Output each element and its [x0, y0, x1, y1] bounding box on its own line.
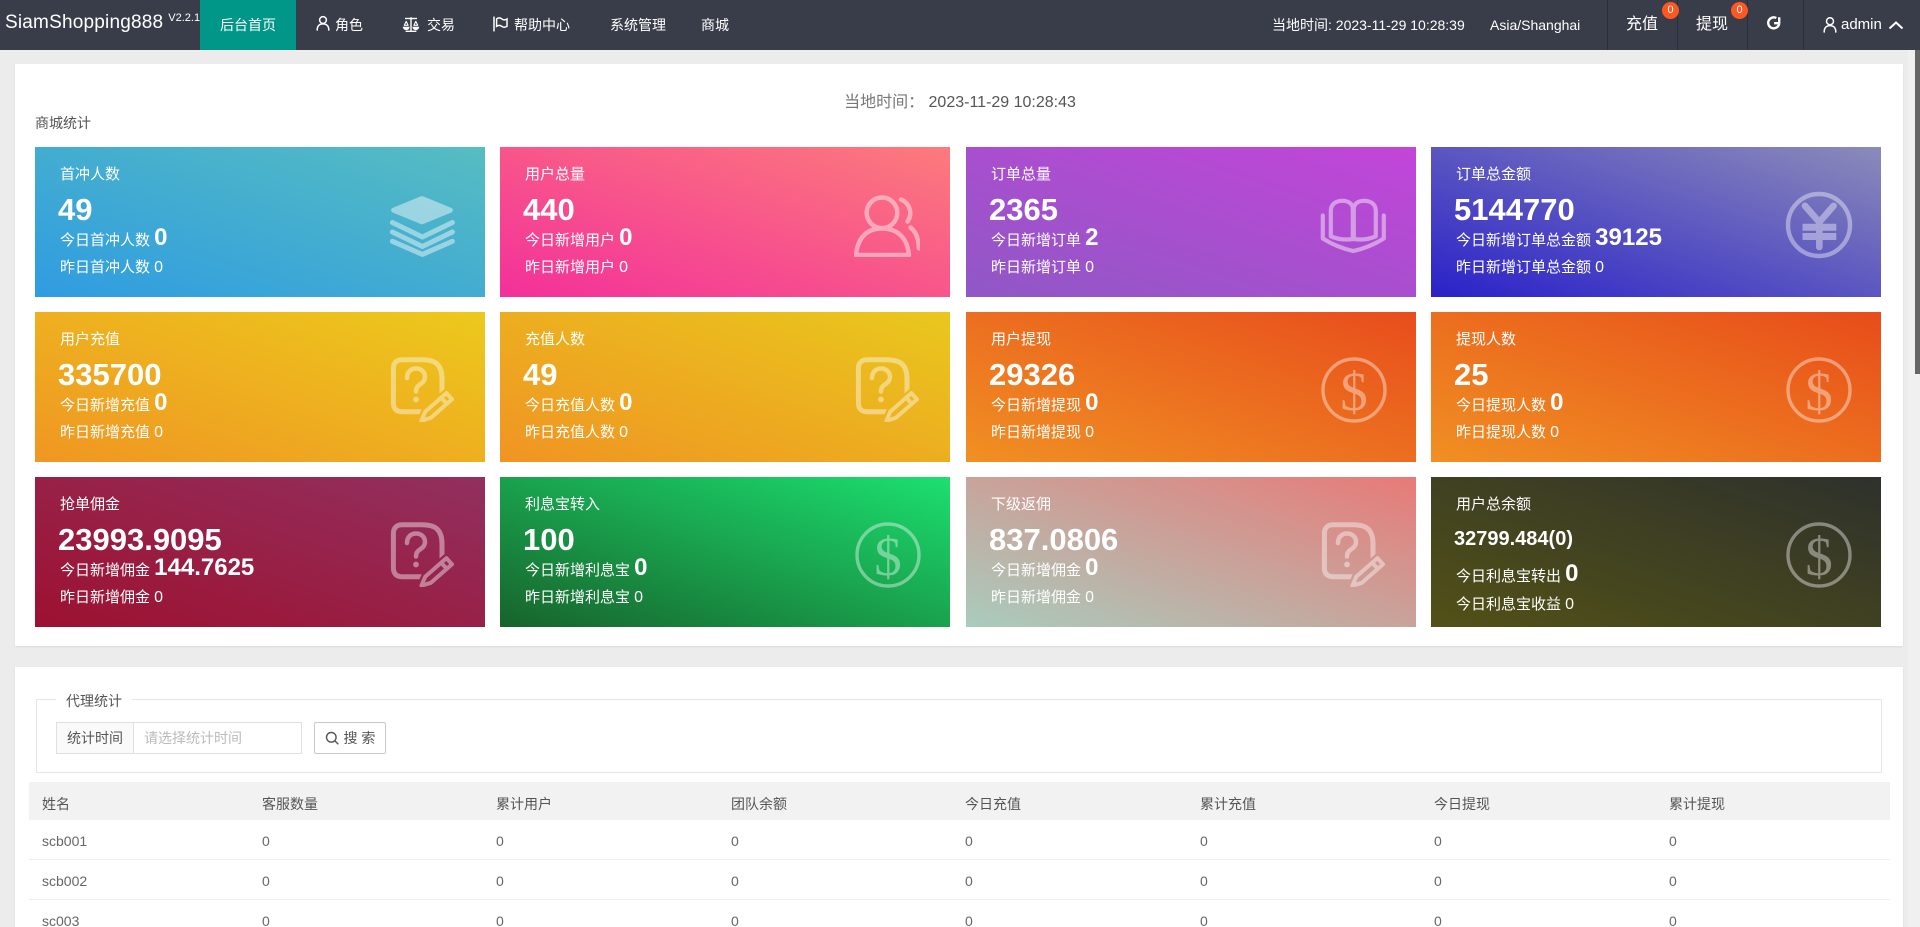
svg-text:$: $ — [874, 526, 902, 587]
svg-text:$: $ — [1340, 361, 1368, 422]
svg-text:$: $ — [1805, 526, 1833, 587]
svg-text:$: $ — [1805, 361, 1833, 422]
